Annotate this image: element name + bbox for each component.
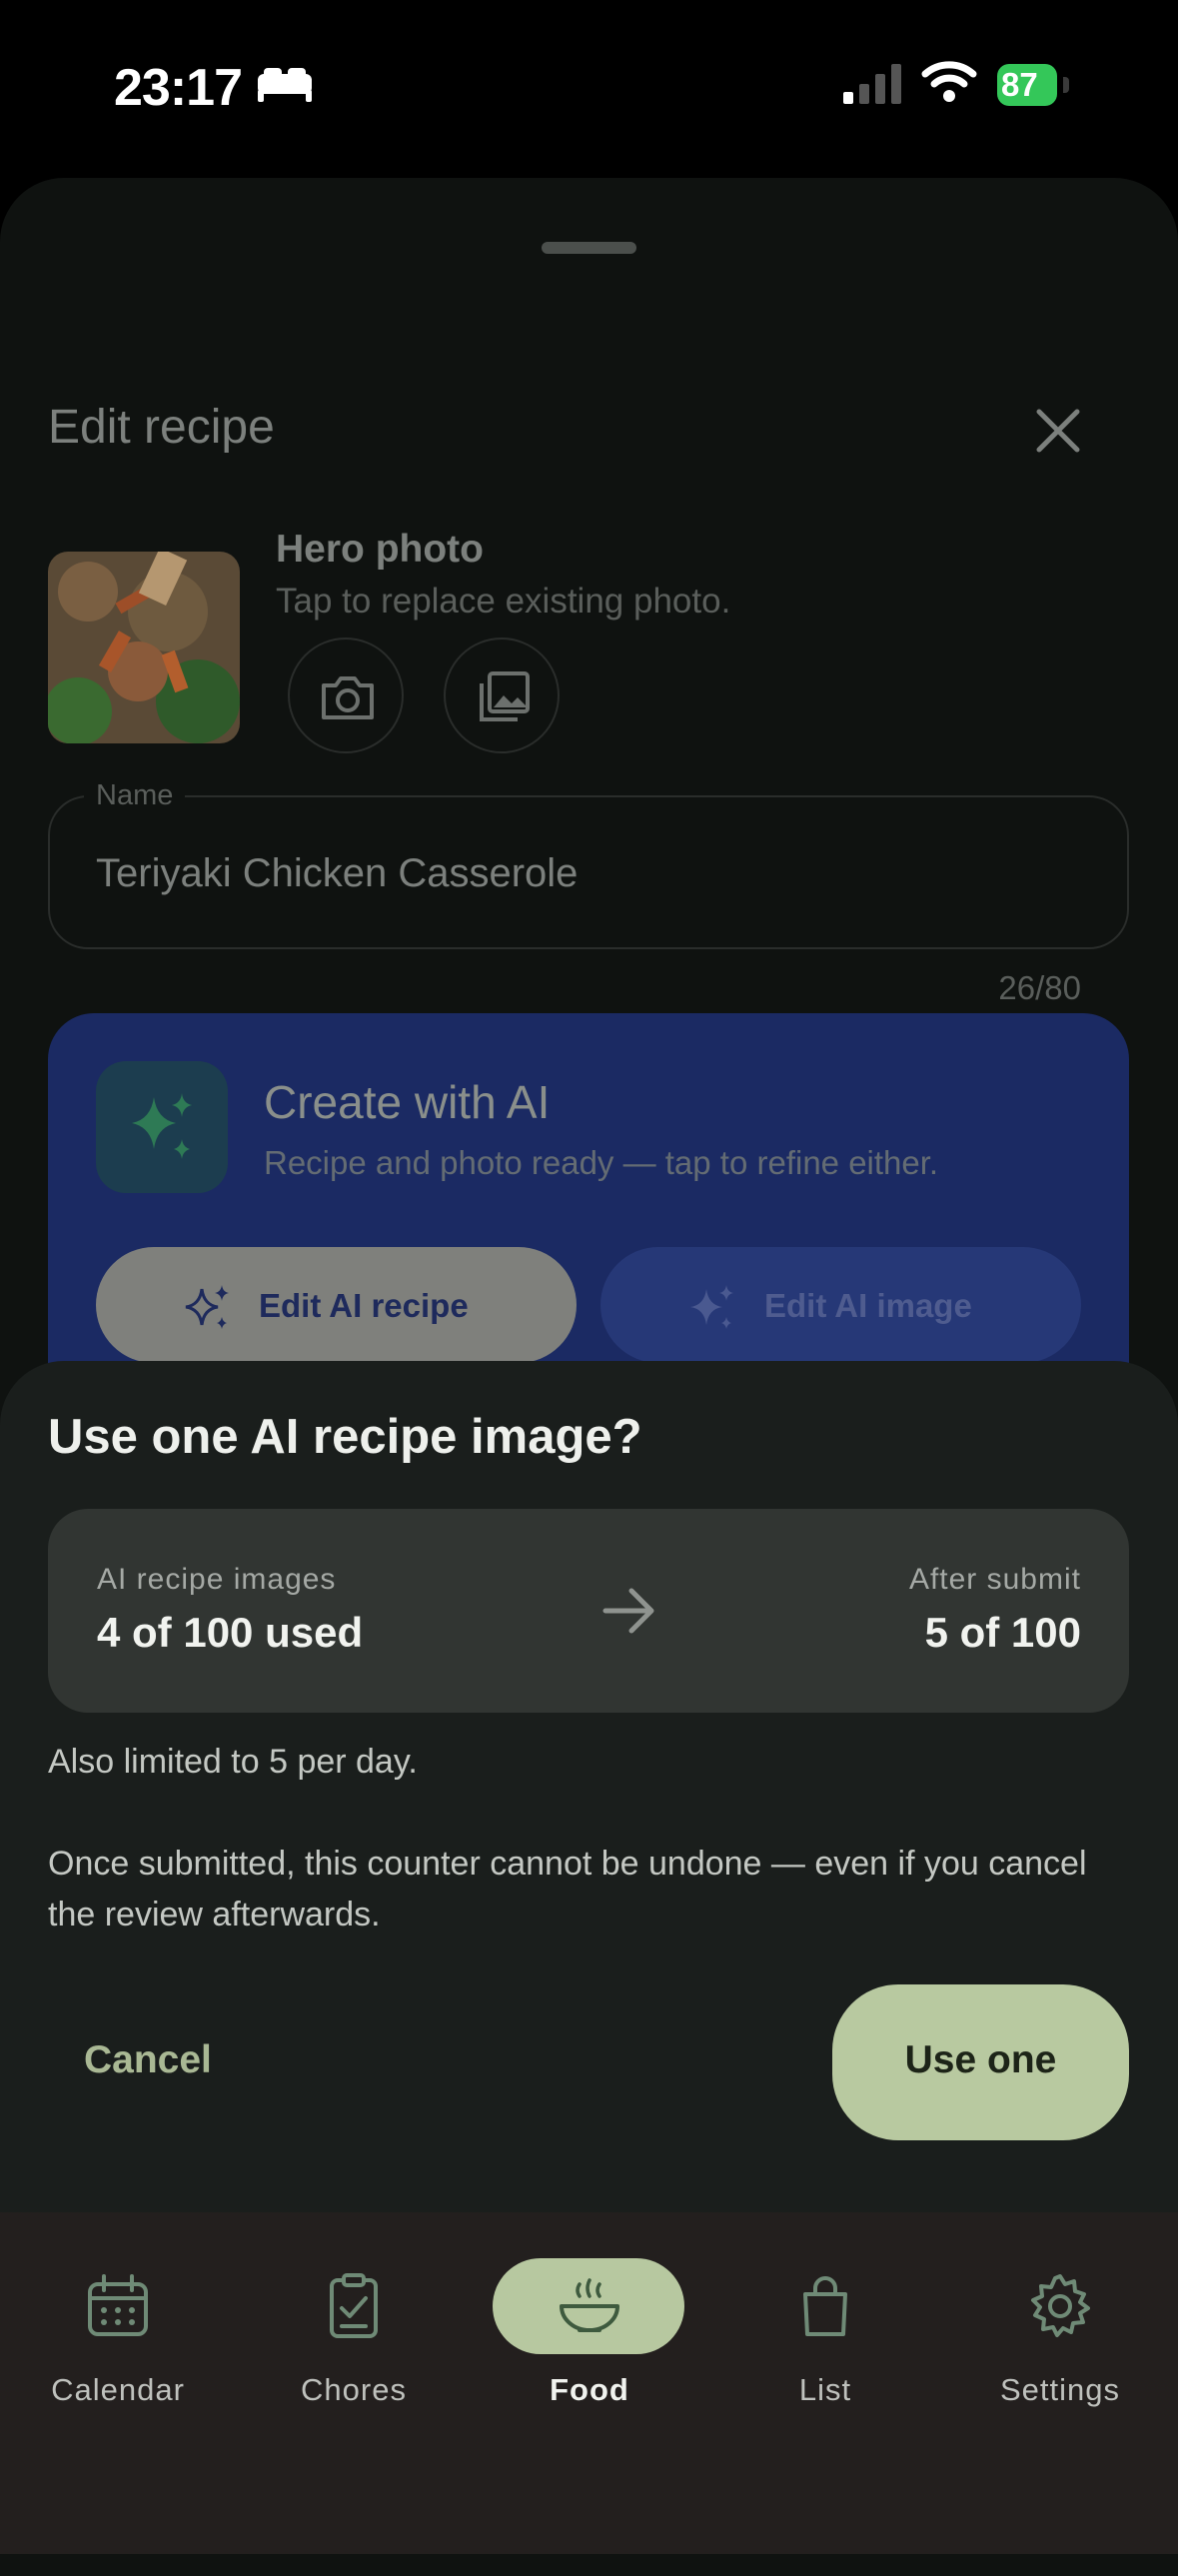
nav-item-calendar[interactable]: Calendar [0, 2248, 236, 2428]
edit-ai-recipe-label: Edit AI recipe [259, 1287, 469, 1324]
nav-item-food[interactable]: Food [472, 2248, 707, 2428]
close-icon[interactable] [1031, 404, 1085, 458]
use-one-button[interactable]: Use one [832, 1984, 1129, 2140]
nav-label-settings: Settings [999, 2372, 1120, 2407]
wifi-icon [921, 61, 977, 102]
cellular-signal-icon [843, 64, 901, 104]
cancel-button-label: Cancel [84, 2038, 212, 2081]
after-submit-label: After submit [908, 1563, 1081, 1596]
camera-button[interactable] [288, 638, 404, 753]
bowl-icon [560, 2278, 619, 2332]
battery-level: 87 [997, 64, 1057, 106]
sleep-focus-icon [258, 68, 312, 102]
ai-card-title: Create with AI [264, 1076, 551, 1128]
ai-card-subtitle: Recipe and photo ready — tap to refine e… [264, 1144, 939, 1181]
name-character-counter: 26/80 [998, 969, 1081, 1006]
page-title: Edit recipe [48, 401, 275, 454]
current-usage-value: 4 of 100 used [97, 1609, 364, 1656]
arrow-right-icon [602, 1588, 654, 1634]
ai-sparkle-badge [96, 1061, 228, 1193]
clipboard-check-icon [330, 2273, 378, 2338]
nav-label-chores: Chores [301, 2372, 407, 2407]
name-field-value[interactable]: Teriyaki Chicken Casserole [96, 851, 578, 896]
use-one-button-label: Use one [904, 2038, 1057, 2081]
status-time: 23:17 [114, 59, 243, 117]
edit-ai-image-button[interactable]: Edit AI image [600, 1247, 1081, 1363]
gear-icon [1031, 2274, 1090, 2337]
after-submit-value: 5 of 100 [924, 1609, 1081, 1656]
status-bar: 23:17 87 [0, 0, 1178, 170]
dialog-title: Use one AI recipe image? [48, 1410, 642, 1464]
nav-item-settings[interactable]: Settings [942, 2248, 1178, 2428]
edit-ai-image-label: Edit AI image [764, 1287, 972, 1324]
sparkles-icon [690, 1285, 733, 1329]
nav-item-chores[interactable]: Chores [236, 2248, 472, 2428]
nav-label-food: Food [550, 2372, 629, 2407]
camera-icon [322, 676, 374, 719]
cancel-button[interactable]: Cancel [48, 1984, 248, 2140]
current-usage-label: AI recipe images [97, 1563, 337, 1596]
hero-photo-subtitle: Tap to replace existing photo. [276, 582, 731, 621]
nav-label-list: List [798, 2372, 852, 2407]
gallery-button[interactable] [444, 638, 560, 753]
edit-ai-recipe-button[interactable]: Edit AI recipe [96, 1247, 577, 1363]
name-field-label: Name [84, 779, 186, 812]
irreversible-note: Once submitted, this counter cannot be u… [48, 1845, 1087, 1933]
photo-library-icon [480, 671, 530, 721]
hero-photo-thumbnail[interactable] [48, 552, 240, 743]
daily-limit-note: Also limited to 5 per day. [48, 1743, 418, 1781]
sparkles-icon [132, 1093, 192, 1159]
sheet-grabber[interactable] [542, 242, 636, 254]
hero-photo-title: Hero photo [276, 528, 484, 571]
shopping-bag-icon [803, 2276, 847, 2336]
calendar-icon [88, 2274, 148, 2336]
nav-label-calendar: Calendar [51, 2372, 185, 2407]
nav-item-list[interactable]: List [707, 2248, 943, 2428]
sparkles-icon [185, 1285, 229, 1329]
